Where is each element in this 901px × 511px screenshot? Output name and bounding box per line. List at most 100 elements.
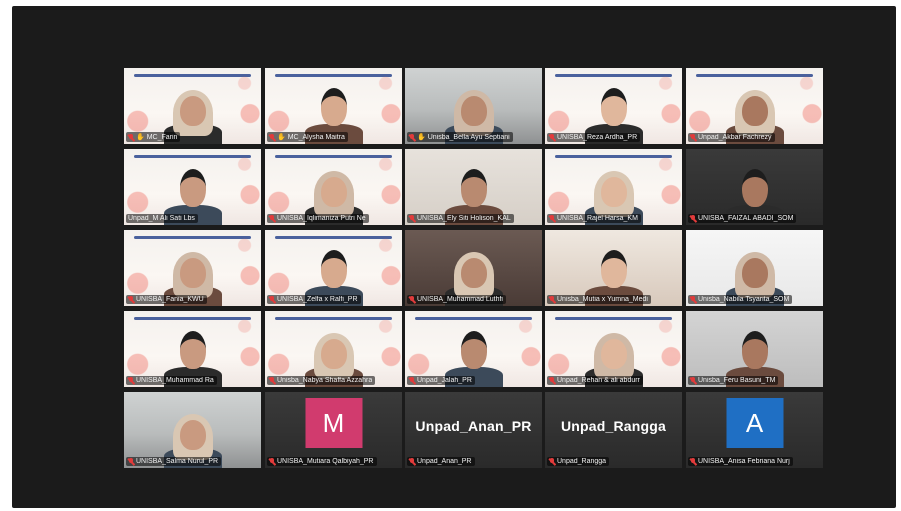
participant-tile[interactable]: UNISBA_Muhammad Luthfi [405,230,542,306]
muted-mic-icon [690,134,696,141]
participant-face [460,331,487,369]
name-label: UNISBA_Fania_KWU [126,295,207,304]
name-label: UNISBA_Iqlimaniza Putri Ne [267,214,369,223]
participant-tile[interactable]: UNISBA_Rajel Harsa_KM [545,149,682,225]
participant-face [741,96,768,126]
muted-mic-icon [690,296,696,303]
participant-avatar: A [726,398,783,448]
participant-name: Unisba_Mutia x Yumna_Medi [557,296,648,303]
participant-tile[interactable]: A UNISBA_Anisa Febriana Nurj [686,392,823,468]
participant-tile[interactable]: Unpad_Rangga Unpad_Rangga [545,392,682,468]
participant-tile[interactable]: UNISBA_Fania_KWU [124,230,261,306]
participant-name: UNISBA_Iqlimaniza Putri Ne [277,215,366,222]
participant-tile[interactable]: UNISBA_Reza Ardha_PR [545,68,682,144]
participant-face [460,169,487,207]
participant-face [460,258,487,288]
participant-face [600,250,627,288]
name-label: Unpad_Jalah_PR [407,376,475,385]
participant-face [320,177,347,207]
participant-name: MC_Alysha Maitra [287,133,345,141]
muted-mic-icon [409,377,415,384]
participant-tile[interactable]: Unpad_M Ali Sati Lbs [124,149,261,225]
name-label: UNISBA_Muhammad Luthfi [407,295,506,304]
participant-name: UNISBA_Mutiara Qalbiyah_PR [277,458,374,465]
participant-tile[interactable]: Unpad_Anan_PR Unpad_Anan_PR [405,392,542,468]
name-label: ✋ MC_Alysha Maitra [267,132,348,142]
name-label: Unpad_Rangga [547,457,610,466]
participant-name: Unisba_Nabila Tsyarita_SOM [698,296,790,303]
raised-hand-icon: ✋ [136,134,145,141]
participant-tile[interactable]: UNISBA_Salma Nurul_PR [124,392,261,468]
participant-tile[interactable]: Unpad_Rehan & ali abdurr [545,311,682,387]
participant-tile[interactable]: Unisba_Feru Basuni_TM [686,311,823,387]
participant-display-name: Unpad_Rangga [560,418,667,434]
participant-tile[interactable]: Unisba_Mutia x Yumna_Medi [545,230,682,306]
name-label: UNISBA_Zelfa x Ralfi_PR [267,295,361,304]
participant-face [741,169,768,207]
muted-mic-icon [269,133,275,141]
participant-name: Unisba_Feru Basuni_TM [698,377,776,384]
muted-mic-icon [690,458,696,465]
participant-tile[interactable]: ✋ Unisba_Bella Ayu Septiani [405,68,542,144]
muted-mic-icon [269,377,275,384]
name-label: UNISBA_Rajel Harsa_KM [547,214,641,223]
muted-mic-icon [269,458,275,465]
muted-mic-icon [549,458,555,465]
name-label: Unisba_Nabila Tsyarita_SOM [688,295,793,304]
participant-tile[interactable]: UNISBA_FAIZAL ABADI_SOM [686,149,823,225]
name-label: ✋ MC_Farin [126,132,181,142]
participant-face [741,331,768,369]
participant-face [179,331,206,369]
participant-face [460,96,487,126]
participant-tile[interactable]: UNISBA_Ely Siti Holison_KAL [405,149,542,225]
participant-tile[interactable]: ✋ MC_Farin [124,68,261,144]
name-label: Unisba_Mutia x Yumna_Medi [547,295,651,304]
participant-tile[interactable]: Unisba_Nabya Shaffa Azzahra [265,311,402,387]
name-label: UNISBA_Anisa Febriana Nurj [688,457,793,466]
name-label: UNISBA_Mutiara Qalbiyah_PR [267,457,377,466]
participant-tile[interactable]: UNISBA_Iqlimaniza Putri Ne [265,149,402,225]
participant-name: UNISBA_Muhammad Ra [136,377,214,384]
participant-face [179,169,206,207]
name-label: Unpad_Rehan & ali abdurr [547,376,643,385]
participant-name: UNISBA_Anisa Febriana Nurj [698,458,790,465]
participant-face [600,177,627,207]
participant-name: UNISBA_Ely Siti Holison_KAL [417,215,511,222]
muted-mic-icon [409,296,415,303]
muted-mic-icon [549,296,555,303]
participant-name: Unpad_Rehan & ali abdurr [557,377,640,384]
raised-hand-icon: ✋ [417,134,426,141]
muted-mic-icon [690,377,696,384]
muted-mic-icon [409,215,415,222]
muted-mic-icon [128,458,134,465]
participant-face [179,258,206,288]
name-label: Unisba_Feru Basuni_TM [688,376,779,385]
name-label: Unpad_M Ali Sati Lbs [126,214,198,223]
muted-mic-icon [549,134,555,141]
name-label: UNISBA_Salma Nurul_PR [126,457,222,466]
participant-face [741,258,768,288]
participant-name: UNISBA_Reza Ardha_PR [557,134,638,141]
participant-display-name: Unpad_Anan_PR [415,418,532,434]
participant-face [320,250,347,288]
name-label: Unpad_Anan_PR [407,457,475,466]
muted-mic-icon [269,215,275,222]
participant-name: UNISBA_FAIZAL ABADI_SOM [698,215,794,222]
participant-tile[interactable]: Unpad_Jalah_PR [405,311,542,387]
participant-name: UNISBA_Fania_KWU [136,296,204,303]
muted-mic-icon [269,296,275,303]
participant-tile[interactable]: UNISBA_Zelfa x Ralfi_PR [265,230,402,306]
participant-tile[interactable]: UNISBA_Muhammad Ra [124,311,261,387]
name-label: Unisba_Nabya Shaffa Azzahra [267,376,376,385]
participant-tile[interactable]: ✋ MC_Alysha Maitra [265,68,402,144]
participant-tile[interactable]: Unpad_Akbar Fachrezy [686,68,823,144]
participant-tile[interactable]: Unisba_Nabila Tsyarita_SOM [686,230,823,306]
name-label: ✋ Unisba_Bella Ayu Septiani [407,132,513,142]
muted-mic-icon [409,458,415,465]
muted-mic-icon [128,296,134,303]
muted-mic-icon [549,377,555,384]
muted-mic-icon [128,133,134,141]
muted-mic-icon [128,377,134,384]
name-label: UNISBA_Reza Ardha_PR [547,133,641,142]
participant-tile[interactable]: M UNISBA_Mutiara Qalbiyah_PR [265,392,402,468]
